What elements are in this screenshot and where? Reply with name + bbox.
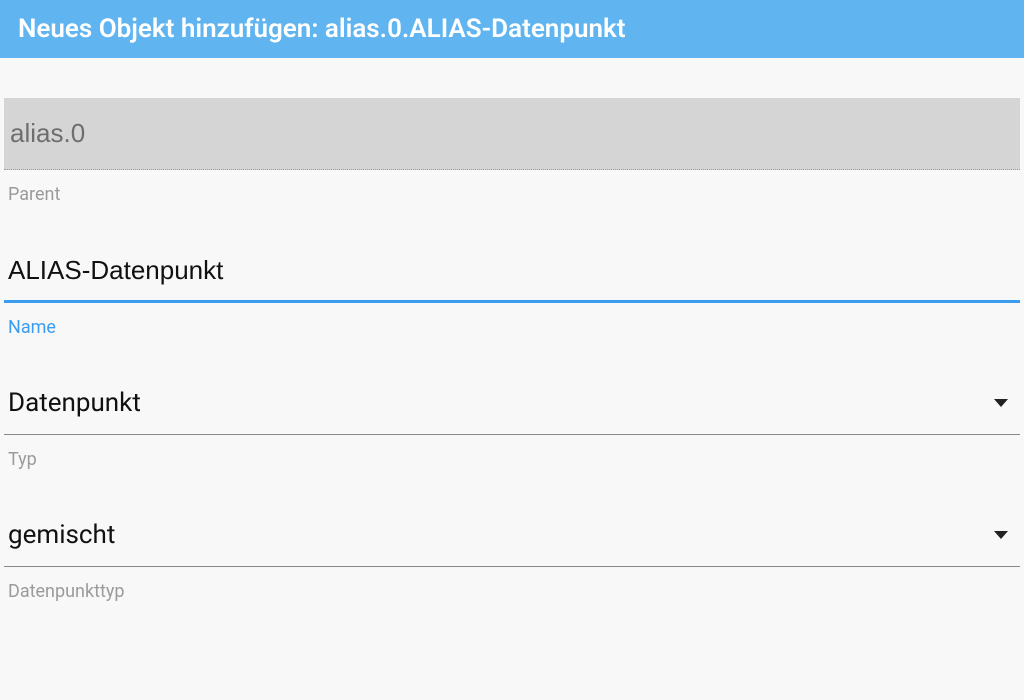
- datapoint-type-label: Datenpunkttyp: [4, 581, 1020, 602]
- parent-label: Parent: [4, 184, 1020, 205]
- chevron-down-icon: [994, 399, 1008, 407]
- dialog-title: Neues Objekt hinzufügen: alias.0.ALIAS-D…: [0, 0, 1024, 58]
- name-label: Name: [4, 317, 1020, 338]
- field-name: Name: [0, 245, 1024, 338]
- parent-input: [4, 98, 1020, 170]
- name-input[interactable]: [4, 245, 1020, 303]
- datapoint-type-select-value: gemischt: [8, 520, 115, 550]
- chevron-down-icon: [994, 531, 1008, 539]
- type-select-value: Datenpunkt: [8, 388, 141, 418]
- type-label: Typ: [4, 449, 1020, 470]
- field-datapoint-type: gemischt Datenpunkttyp: [0, 510, 1024, 602]
- field-type: Datenpunkt Typ: [0, 378, 1024, 470]
- form-body: Parent Name Datenpunkt Typ gemischt Date…: [0, 98, 1024, 602]
- datapoint-type-select[interactable]: gemischt: [4, 510, 1020, 567]
- field-parent: Parent: [0, 98, 1024, 205]
- type-select[interactable]: Datenpunkt: [4, 378, 1020, 435]
